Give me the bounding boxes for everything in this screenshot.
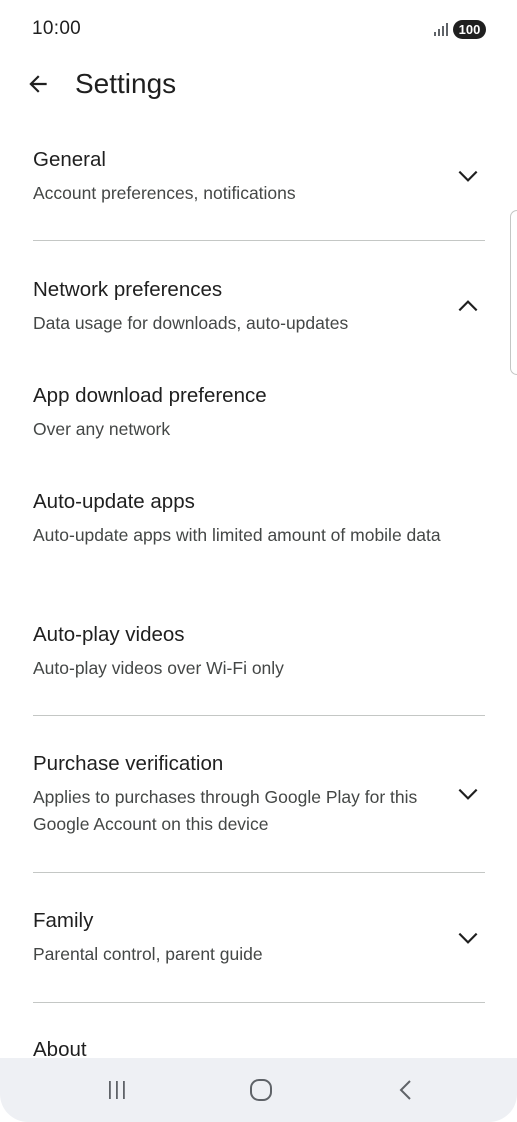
settings-screen: 10:00 100 Settings General Account prefe… — [0, 0, 517, 1122]
setting-auto-update-apps[interactable]: Auto-update apps Auto-update apps with l… — [0, 482, 517, 582]
setting-purchase-verification[interactable]: Purchase verification Applies to purchas… — [0, 744, 517, 844]
divider — [33, 715, 485, 716]
scrollbar-thumb[interactable] — [510, 210, 517, 375]
status-time: 10:00 — [32, 18, 82, 39]
back-button[interactable] — [20, 66, 56, 102]
chevron-down-icon[interactable] — [455, 163, 481, 189]
chevron-down-icon[interactable] — [455, 781, 481, 807]
signal-bars-icon — [434, 23, 448, 36]
setting-auto-update-title: Auto-update apps — [33, 490, 195, 513]
setting-network-preferences[interactable]: Network preferences Data usage for downl… — [0, 270, 517, 350]
nav-back-button[interactable] — [386, 1072, 426, 1108]
back-arrow-icon — [29, 75, 47, 93]
nav-back-icon — [399, 1080, 411, 1100]
setting-auto-update-subtitle: Auto-update apps with limited amount of … — [33, 525, 441, 545]
setting-app-download-preference[interactable]: App download preference Over any network — [0, 376, 517, 446]
battery-indicator: 100 — [453, 20, 486, 39]
setting-purchase-title: Purchase verification — [33, 752, 224, 775]
setting-about[interactable]: About — [0, 1030, 517, 1058]
setting-family-title: Family — [33, 909, 94, 932]
setting-about-title: About — [33, 1038, 87, 1058]
setting-auto-play-title: Auto-play videos — [33, 623, 185, 646]
setting-general[interactable]: General Account preferences, notificatio… — [0, 140, 517, 220]
chevron-up-icon[interactable] — [455, 293, 481, 319]
page-title: Settings — [75, 68, 177, 99]
setting-app-download-title: App download preference — [33, 384, 267, 407]
setting-network-title: Network preferences — [33, 278, 223, 301]
setting-family-subtitle: Parental control, parent guide — [33, 944, 263, 964]
setting-general-subtitle: Account preferences, notifications — [33, 183, 296, 203]
divider — [33, 1002, 485, 1003]
setting-auto-play-videos[interactable]: Auto-play videos Auto-play videos over W… — [0, 615, 517, 685]
home-icon — [250, 1079, 272, 1101]
divider — [33, 872, 485, 873]
chevron-down-icon[interactable] — [455, 925, 481, 951]
top-app-bar: Settings — [0, 58, 517, 110]
setting-auto-play-subtitle: Auto-play videos over Wi-Fi only — [33, 658, 284, 678]
home-button[interactable] — [241, 1072, 281, 1108]
setting-app-download-subtitle: Over any network — [33, 419, 171, 439]
setting-purchase-subtitle: Applies to purchases through Google Play… — [33, 787, 418, 834]
divider — [33, 240, 485, 241]
recents-icon — [109, 1081, 125, 1099]
system-nav-bar — [0, 1058, 517, 1122]
recents-button[interactable] — [97, 1072, 137, 1108]
setting-network-subtitle: Data usage for downloads, auto-updates — [33, 313, 349, 333]
setting-general-title: General — [33, 148, 106, 171]
status-bar: 10:00 100 — [0, 0, 517, 58]
setting-family[interactable]: Family Parental control, parent guide — [0, 901, 517, 981]
